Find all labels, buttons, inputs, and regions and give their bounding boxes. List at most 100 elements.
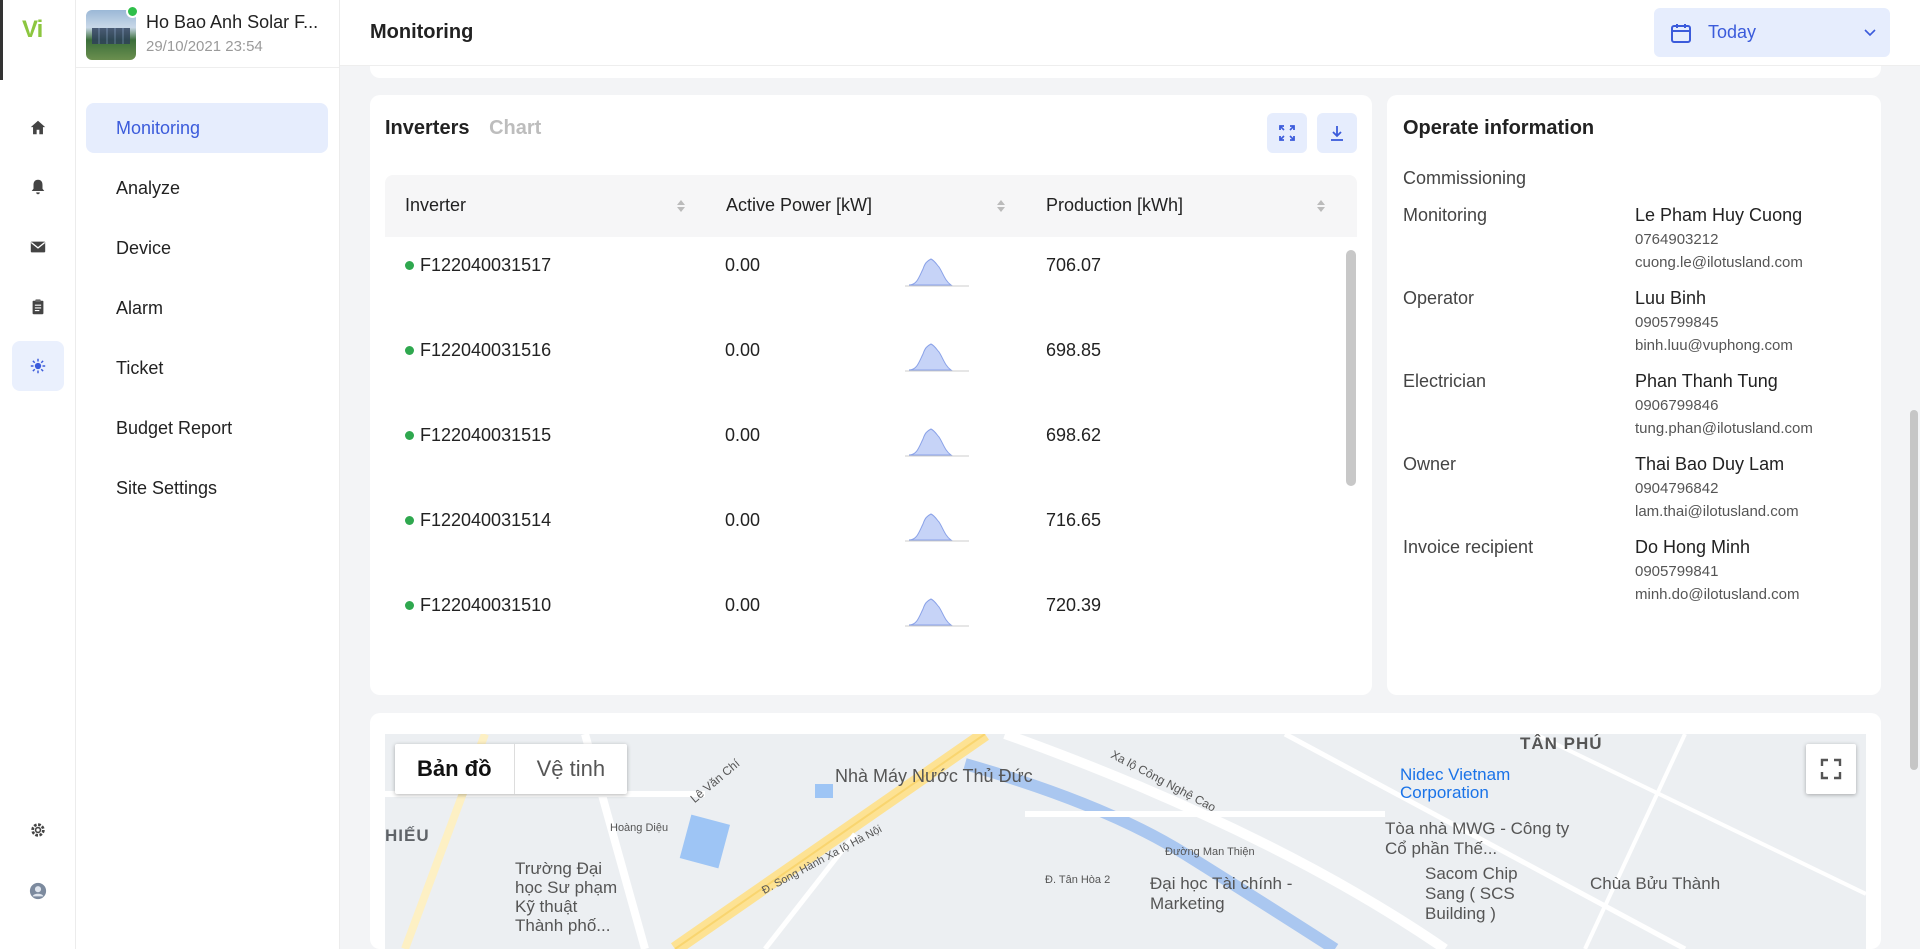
menu-item-site-settings[interactable]: Site Settings [86,463,328,513]
sort-icon[interactable] [676,198,686,214]
active-power-value: 0.00 [725,510,761,530]
page-title: Monitoring [370,21,474,43]
inverter-name[interactable]: F122040031517 [420,255,551,276]
window-edge [0,0,3,80]
contact-name: Luu Binh [1635,288,1707,308]
map-card: TÂN PHÚ Nhà Máy Nước Thủ Đức Nidec Vietn… [370,713,1881,949]
contact-email[interactable]: binh.luu@vuphong.com [1635,337,1793,354]
fullscreen-icon [1820,758,1842,780]
map-label: Sacom Chip Sang ( SCS Building ) [1425,864,1518,923]
menu-item-budget-report[interactable]: Budget Report [86,403,328,453]
contact-email[interactable]: cuong.le@ilotusland.com [1635,254,1803,271]
table-row[interactable]: F122040031517 0.00 706.07 [385,237,1345,322]
tab-inverters[interactable]: Inverters [385,117,470,139]
contact-name: Le Pham Huy Cuong [1635,205,1803,225]
expand-button[interactable] [1267,113,1307,153]
inverter-name[interactable]: F122040031515 [420,425,551,446]
date-range-label: Today [1708,22,1757,42]
table-row[interactable]: F122040031510 0.00 720.39 [385,577,1345,662]
contact-phone[interactable]: 0764903212 [1635,231,1718,248]
mail-icon[interactable] [12,222,64,272]
production-sparkline [905,428,969,457]
top-header: Monitoring Today [340,0,1920,66]
map-label: Hoàng Diệu [610,822,669,834]
previous-card-bottom [370,66,1881,78]
icon-rail: Vi [0,0,76,949]
contact-role: Owner [1403,454,1457,474]
contact-phone[interactable]: 0904796842 [1635,480,1718,497]
contact-role: Commissioning [1403,168,1527,188]
production-sparkline [905,258,969,287]
inverter-name[interactable]: F122040031514 [420,510,551,531]
app-logo[interactable]: Vi [22,16,43,44]
clipboard-icon[interactable] [12,282,64,332]
map-type-map-button[interactable]: Bản đồ [395,744,515,794]
contact-email[interactable]: lam.thai@ilotusland.com [1635,503,1799,520]
menu-item-alarm[interactable]: Alarm [86,283,328,333]
date-range-picker[interactable]: Today [1654,8,1890,57]
status-dot [405,431,414,440]
status-dot [405,346,414,355]
map-label: Nhà Máy Nước Thủ Đức [835,766,1033,786]
menu-item-device[interactable]: Device [86,223,328,273]
menu-item-monitoring[interactable]: Monitoring [86,103,328,153]
tab-chart[interactable]: Chart [489,117,541,139]
sort-icon[interactable] [996,198,1006,214]
page-scrollbar[interactable] [1910,410,1918,770]
inverters-table-body: F122040031517 0.00 706.07 F122040031516 … [385,237,1357,667]
contact-phone[interactable]: 0905799845 [1635,314,1718,331]
sort-icon[interactable] [1316,198,1326,214]
card-tabs: Inverters Chart [385,117,555,140]
column-inverter[interactable]: Inverter [405,195,466,216]
operate-info-title: Operate information [1403,117,1595,139]
map-type-satellite-button[interactable]: Vệ tinh [515,744,628,794]
contact-role: Electrician [1403,371,1487,391]
production-value: 698.85 [1046,340,1102,360]
inverter-name[interactable]: F122040031510 [420,595,551,616]
download-button[interactable] [1317,113,1357,153]
chevron-down-icon [1864,29,1876,37]
menu-item-analyze[interactable]: Analyze [86,163,328,213]
column-production[interactable]: Production [kWh] [1046,195,1183,216]
inverter-name[interactable]: F122040031516 [420,340,551,361]
gear-icon[interactable] [12,805,64,855]
inverters-card: Inverters Chart Inverter Active Power [k… [370,95,1372,695]
status-dot [405,261,414,270]
inverters-table-header: Inverter Active Power [kW] Production [k… [385,175,1357,237]
user-avatar[interactable] [12,866,64,916]
active-power-value: 0.00 [725,255,761,275]
table-row[interactable]: F122040031514 0.00 716.65 [385,492,1345,577]
contact-phone[interactable]: 0906799846 [1635,397,1718,414]
production-sparkline [905,343,969,372]
calendar-icon [1671,23,1691,43]
table-scrollbar[interactable] [1346,250,1356,486]
map-label: Chùa Bửu Thành [1590,874,1721,893]
table-row[interactable]: F122040031516 0.00 698.85 [385,322,1345,407]
contact-email[interactable]: minh.do@ilotusland.com [1635,586,1799,603]
production-sparkline [905,598,969,627]
bell-icon[interactable] [12,162,64,212]
status-dot [405,516,414,525]
column-active-power[interactable]: Active Power [kW] [726,195,872,216]
map-label: Trường Đại học Sư phạm Kỹ thuật Thành ph… [515,859,618,935]
menu-item-ticket[interactable]: Ticket [86,343,328,393]
contact-email[interactable]: tung.phan@ilotusland.com [1635,420,1813,437]
site-status-dot [126,5,139,18]
menu-divider [76,67,339,68]
download-icon [1331,126,1343,141]
contact-role: Monitoring [1403,205,1488,225]
map-fullscreen-button[interactable] [1806,744,1856,794]
map-label: HIẾU [385,826,430,845]
active-power-value: 0.00 [725,425,761,445]
home-icon[interactable] [12,103,64,153]
map-label: Tòa nhà MWG - Công ty Cổ phần Thế... [1385,819,1570,858]
site-selector[interactable]: Ho Bao Anh Solar F... 29/10/2021 23:54 [86,5,336,64]
contact-phone[interactable]: 0905799841 [1635,563,1718,580]
table-row[interactable]: F122040031515 0.00 698.62 [385,407,1345,492]
status-dot [405,601,414,610]
map-label: Đường Man Thiện [1165,846,1255,858]
active-power-value: 0.00 [725,595,761,615]
site-map[interactable]: TÂN PHÚ Nhà Máy Nước Thủ Đức Nidec Vietn… [385,734,1866,949]
contact-name: Do Hong Minh [1635,537,1751,557]
sun-icon[interactable] [12,341,64,391]
